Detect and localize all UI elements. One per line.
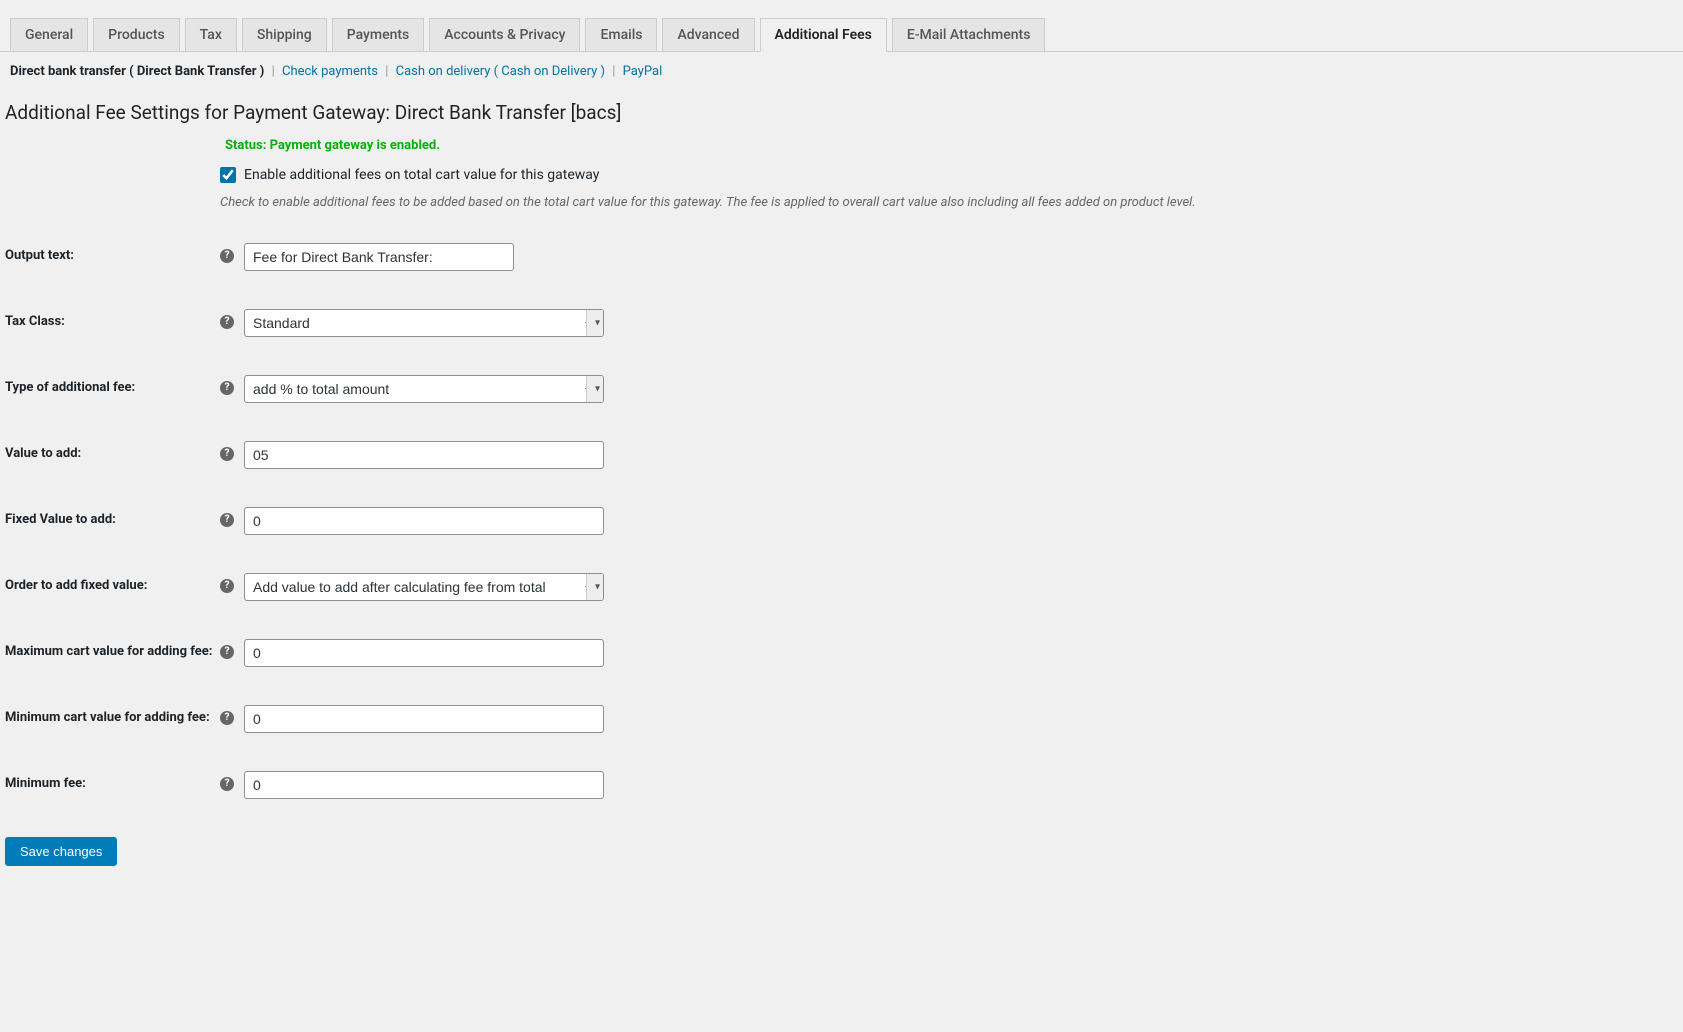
tab-tax[interactable]: Tax xyxy=(185,18,237,51)
subnav-paypal[interactable]: PayPal xyxy=(623,64,663,79)
max-cart-label: Maximum cart value for adding fee: xyxy=(5,639,220,659)
value-to-add-input[interactable] xyxy=(244,441,604,469)
min-fee-label: Minimum fee: xyxy=(5,771,220,791)
subnav-check-payments[interactable]: Check payments xyxy=(282,64,378,79)
separator: | xyxy=(268,64,282,79)
max-cart-input[interactable] xyxy=(244,639,604,667)
status-text: Status: Payment gateway is enabled. xyxy=(225,138,1683,167)
order-fixed-select[interactable]: Add value to add after calculating fee f… xyxy=(244,573,604,601)
enable-description: Check to enable additional fees to be ad… xyxy=(220,193,1663,213)
tax-class-label: Tax Class: xyxy=(5,309,220,329)
help-icon[interactable]: ? xyxy=(220,315,234,329)
help-icon[interactable]: ? xyxy=(220,711,234,725)
tab-advanced[interactable]: Advanced xyxy=(662,18,754,51)
tab-email-attachments[interactable]: E-Mail Attachments xyxy=(892,18,1046,51)
fee-type-label: Type of additional fee: xyxy=(5,375,220,395)
fee-type-select[interactable]: add % to total amount xyxy=(244,375,604,403)
enable-label[interactable]: Enable additional fees on total cart val… xyxy=(244,167,599,183)
enable-checkbox[interactable] xyxy=(220,167,236,183)
help-icon[interactable]: ? xyxy=(220,645,234,659)
save-button[interactable]: Save changes xyxy=(5,837,117,866)
output-text-input[interactable] xyxy=(244,243,514,271)
subnav-active: Direct bank transfer ( Direct Bank Trans… xyxy=(10,64,264,79)
subnav-cash-on-delivery[interactable]: Cash on delivery ( Cash on Delivery ) xyxy=(396,64,605,79)
output-text-label: Output text: xyxy=(5,243,220,263)
separator: | xyxy=(608,64,622,79)
help-icon[interactable]: ? xyxy=(220,777,234,791)
help-icon[interactable]: ? xyxy=(220,381,234,395)
help-icon[interactable]: ? xyxy=(220,579,234,593)
min-cart-label: Minimum cart value for adding fee: xyxy=(5,705,220,725)
fixed-value-label: Fixed Value to add: xyxy=(5,507,220,527)
tab-additional-fees[interactable]: Additional Fees xyxy=(760,18,887,52)
value-to-add-label: Value to add: xyxy=(5,441,220,461)
help-icon[interactable]: ? xyxy=(220,447,234,461)
tax-class-select[interactable]: Standard xyxy=(244,309,604,337)
help-icon[interactable]: ? xyxy=(220,513,234,527)
order-fixed-label: Order to add fixed value: xyxy=(5,573,220,593)
tab-accounts-privacy[interactable]: Accounts & Privacy xyxy=(429,18,580,51)
nav-tabs: General Products Tax Shipping Payments A… xyxy=(0,0,1683,52)
help-icon[interactable]: ? xyxy=(220,249,234,263)
tab-general[interactable]: General xyxy=(10,18,88,51)
separator: | xyxy=(381,64,395,79)
section-title: Additional Fee Settings for Payment Gate… xyxy=(0,91,1683,138)
min-cart-input[interactable] xyxy=(244,705,604,733)
min-fee-input[interactable] xyxy=(244,771,604,799)
tab-products[interactable]: Products xyxy=(93,18,180,51)
tab-shipping[interactable]: Shipping xyxy=(242,18,327,51)
fixed-value-input[interactable] xyxy=(244,507,604,535)
tab-payments[interactable]: Payments xyxy=(332,18,425,51)
sub-nav: Direct bank transfer ( Direct Bank Trans… xyxy=(0,52,1683,91)
tab-emails[interactable]: Emails xyxy=(585,18,657,51)
